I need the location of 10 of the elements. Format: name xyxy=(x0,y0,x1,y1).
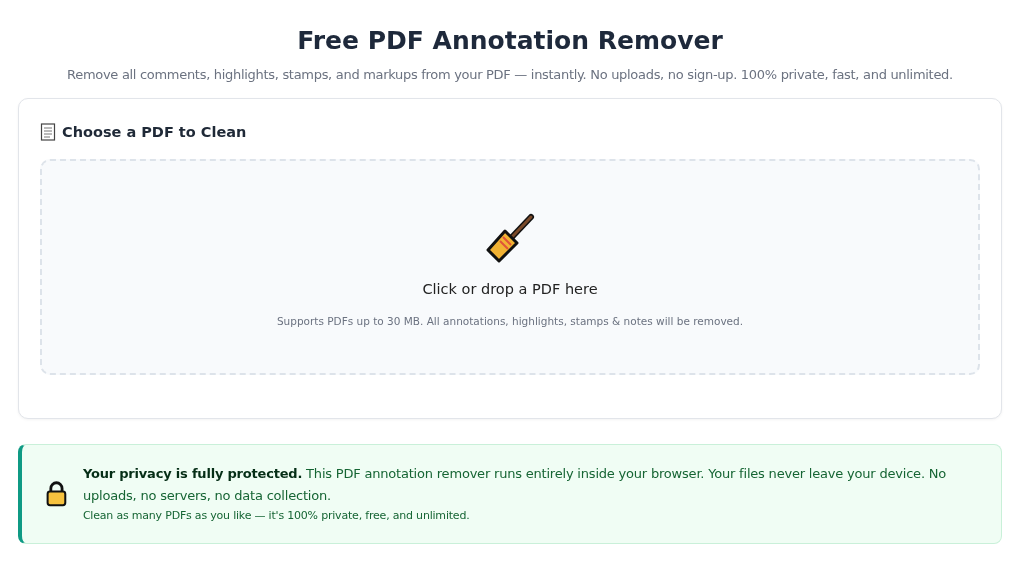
card-heading: Choose a PDF to Clean xyxy=(62,124,247,140)
privacy-text: Your privacy is fully protected. This PDF annotation remover runs entirely inside your browser. Your files never leave your device. No uploads, no servers, no data collection. xyxy=(82,465,948,505)
drop-hint: Supports PDFs up to 30 MB. All annotations, highlights, stamps & notes will be removed. xyxy=(276,315,744,327)
document-icon xyxy=(40,123,56,141)
page-title: Free PDF Annotation Remover xyxy=(296,26,724,55)
drop-label: Click or drop a PDF here xyxy=(422,281,598,297)
broom-icon xyxy=(485,213,535,263)
privacy-note: Clean as many PDFs as you like — it's 100% private, free, and unlimited. xyxy=(82,508,471,524)
page-subtitle: Remove all comments, highlights, stamps, and markups from your PDF — instantly. No uploads, no sign-up. 100% private, fast, and unlimited. xyxy=(66,67,954,82)
drop-zone[interactable]: Click or drop a PDF here Supports PDFs up to 30 MB. All annotations, highlights, stamps & notes will be removed. xyxy=(40,159,980,375)
